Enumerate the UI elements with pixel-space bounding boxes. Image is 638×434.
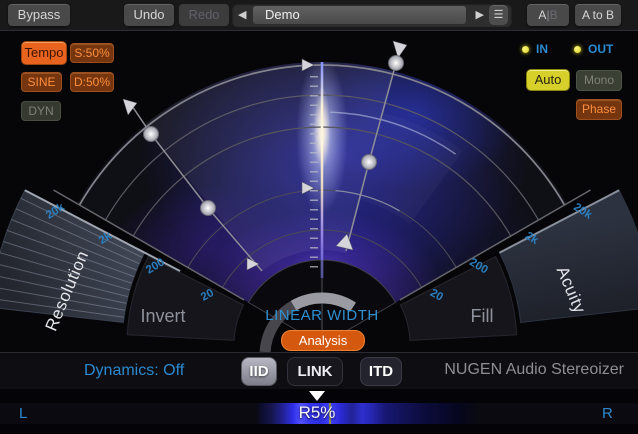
preset-name-field[interactable]: Demo xyxy=(253,6,466,24)
out-label: OUT xyxy=(588,42,613,56)
phase-button[interactable]: Phase xyxy=(576,99,622,120)
bypass-button[interactable]: Bypass xyxy=(8,4,70,26)
dyn-button[interactable]: DYN xyxy=(21,101,61,121)
dynamics-status: Dynamics: Off xyxy=(84,362,184,380)
in-meter-toggle[interactable]: IN xyxy=(522,42,548,52)
preset-menu-icon[interactable]: ☰ xyxy=(489,5,508,25)
handle-left-upper-dot[interactable] xyxy=(144,127,159,142)
in-label: IN xyxy=(536,42,548,56)
link-mode-button[interactable]: LINK xyxy=(287,357,343,386)
preset-prev-icon[interactable]: ◀ xyxy=(238,3,246,27)
top-bar: Bypass Undo Redo ◀ Demo ▶ ☰ A|B A to B xyxy=(0,0,638,31)
auto-button[interactable]: Auto xyxy=(526,69,570,91)
s-amount-button[interactable]: S:50% xyxy=(70,43,114,63)
sine-button[interactable]: SINE xyxy=(21,72,62,92)
fill-label: Fill xyxy=(471,306,494,326)
handle-left-lower-dot[interactable] xyxy=(201,201,216,216)
preset-selector[interactable]: ◀ Demo ▶ ☰ xyxy=(232,3,512,27)
ab-b-label: B xyxy=(550,8,558,22)
plugin-window: Resolution Invert Acuity Fill 20k 2k 200… xyxy=(0,0,638,434)
itd-mode-button[interactable]: ITD xyxy=(360,357,402,386)
preset-next-icon[interactable]: ▶ xyxy=(476,3,484,27)
mono-button[interactable]: Mono xyxy=(576,70,622,91)
pan-pointer-icon[interactable] xyxy=(309,391,325,401)
status-bar: Dynamics: Off IID LINK ITD NUGEN Audio S… xyxy=(0,352,638,390)
out-meter-toggle[interactable]: OUT xyxy=(574,42,613,52)
brand-label: NUGEN Audio Stereoizer xyxy=(444,361,624,379)
analysis-button[interactable]: Analysis xyxy=(281,330,365,351)
a-to-b-button[interactable]: A to B xyxy=(575,4,621,26)
pan-meter-bar: R5% L R xyxy=(0,389,638,434)
linear-width-label: LINEAR WIDTH xyxy=(242,307,402,324)
d-amount-button[interactable]: D:50% xyxy=(70,72,114,92)
handle-right-lower-dot[interactable] xyxy=(362,155,377,170)
ab-compare-button[interactable]: A|B xyxy=(527,4,569,26)
invert-label: Invert xyxy=(140,306,185,326)
iid-mode-button[interactable]: IID xyxy=(241,357,277,386)
undo-button[interactable]: Undo xyxy=(124,4,174,26)
left-channel-label: L xyxy=(19,405,27,422)
handle-right-upper-dot[interactable] xyxy=(389,56,404,71)
tempo-button[interactable]: Tempo xyxy=(21,41,67,65)
pan-readout: R5% xyxy=(282,403,352,423)
right-channel-label: R xyxy=(602,405,613,422)
redo-button[interactable]: Redo xyxy=(179,4,229,26)
